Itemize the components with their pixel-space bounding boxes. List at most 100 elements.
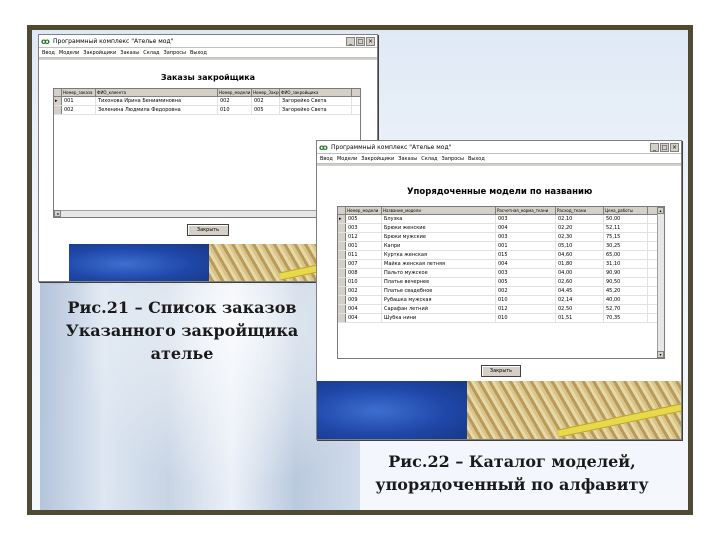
menu-item-exit[interactable]: Выход (190, 50, 207, 56)
horizontal-scrollbar[interactable]: ◂ (54, 210, 360, 217)
column-header[interactable]: ФИО_клиента (96, 89, 218, 96)
menu-item-input[interactable]: Ввод (42, 50, 55, 56)
table-row[interactable]: 004 Шубка нини 010 01,51 70,35 (338, 314, 664, 323)
work-price-cell[interactable]: 65,00 (604, 251, 648, 259)
fabric-norm-cell[interactable]: 010 (496, 296, 556, 304)
fabric-norm-cell[interactable]: 015 (496, 251, 556, 259)
table-row[interactable]: 004 Сарафан летний 012 02,50 52,70 (338, 305, 664, 314)
menu-item-cutters[interactable]: Закройщики (361, 156, 394, 162)
fabric-norm-cell[interactable]: 004 (496, 224, 556, 232)
models-grid[interactable]: Номер_модели Название_модели Расчетная_н… (337, 206, 665, 359)
fabric-norm-cell[interactable]: 001 (496, 242, 556, 250)
model-number-cell[interactable]: 007 (346, 260, 382, 268)
model-name-cell[interactable]: Сарафан летний (382, 305, 496, 313)
scroll-up-icon[interactable]: ▴ (657, 207, 664, 214)
scroll-down-icon[interactable]: ▾ (657, 351, 664, 358)
fabric-usage-cell[interactable]: 02,60 (556, 278, 604, 286)
model-number-cell[interactable]: 002 (346, 287, 382, 295)
model-name-cell[interactable]: Шубка нини (382, 314, 496, 322)
order-number-cell[interactable]: 002 (62, 106, 96, 114)
table-row[interactable]: ▸ 001 Тихонова Ирина Бениаминовна 002 00… (54, 97, 360, 106)
fabric-usage-cell[interactable]: 05,10 (556, 242, 604, 250)
work-price-cell[interactable]: 90,50 (604, 278, 648, 286)
column-header[interactable]: Расчетная_норма_ткани (496, 207, 556, 214)
model-number-cell[interactable]: 012 (346, 233, 382, 241)
fabric-usage-cell[interactable]: 04,00 (556, 269, 604, 277)
table-row[interactable]: 008 Пальто мужское 003 04,00 90,90 (338, 269, 664, 278)
cutter-name-cell[interactable]: Загорейко Света (280, 106, 352, 114)
work-price-cell[interactable]: 50,00 (604, 215, 648, 223)
model-name-cell[interactable]: Рубашка мужская (382, 296, 496, 304)
cutter-name-cell[interactable]: Загорейко Света (280, 97, 352, 105)
model-name-cell[interactable]: Платье вечернее (382, 278, 496, 286)
model-number-cell[interactable]: 010 (346, 278, 382, 286)
column-header[interactable]: Цена_работы (604, 207, 648, 214)
fabric-usage-cell[interactable]: 04,45 (556, 287, 604, 295)
model-number-cell[interactable]: 004 (346, 305, 382, 313)
model-name-cell[interactable]: Брюки мужские (382, 233, 496, 241)
work-price-cell[interactable]: 45,20 (604, 287, 648, 295)
model-number-cell[interactable]: 008 (346, 269, 382, 277)
model-name-cell[interactable]: Куртка женская (382, 251, 496, 259)
fabric-usage-cell[interactable]: 02,14 (556, 296, 604, 304)
menu-item-cutters[interactable]: Закройщики (83, 50, 116, 56)
table-row[interactable]: 003 Брюки женские 004 02,20 52,11 (338, 224, 664, 233)
work-price-cell[interactable]: 40,00 (604, 296, 648, 304)
model-name-cell[interactable]: Брюки женские (382, 224, 496, 232)
close-form-button[interactable]: Закрыть (187, 224, 229, 236)
client-name-cell[interactable]: Зеленина Людмила Федоровна (96, 106, 218, 114)
vertical-scrollbar[interactable]: ▴ ▾ (657, 207, 664, 358)
models-window-titlebar[interactable]: ꝏ Программный комплекс "Ателье мод" _ □ … (317, 141, 681, 154)
menu-item-queries[interactable]: Запросы (441, 156, 463, 162)
work-price-cell[interactable]: 31,10 (604, 260, 648, 268)
fabric-norm-cell[interactable]: 010 (496, 314, 556, 322)
fabric-norm-cell[interactable]: 005 (496, 278, 556, 286)
work-price-cell[interactable]: 70,35 (604, 314, 648, 322)
orders-grid[interactable]: Номер_заказа ФИО_клиента Номер_модели Но… (53, 88, 361, 218)
table-row[interactable]: 007 Майка женская летняя 004 01,80 31,10 (338, 260, 664, 269)
work-price-cell[interactable]: 90,90 (604, 269, 648, 277)
minimize-button[interactable]: _ (346, 36, 355, 46)
menu-item-warehouse[interactable]: Склад (421, 156, 437, 162)
column-header[interactable]: ФИО_закройщика (280, 89, 352, 96)
model-number-cell[interactable]: 009 (346, 296, 382, 304)
column-header[interactable]: Номер_Закройщика (252, 89, 280, 96)
fabric-usage-cell[interactable]: 04,60 (556, 251, 604, 259)
fabric-norm-cell[interactable]: 003 (496, 233, 556, 241)
table-row[interactable]: 002 Зеленина Людмила Федоровна 010 005 З… (54, 106, 360, 115)
table-row[interactable]: 009 Рубашка мужская 010 02,14 40,00 (338, 296, 664, 305)
table-row[interactable]: 011 Куртка женская 015 04,60 65,00 (338, 251, 664, 260)
model-number-cell[interactable]: 005 (346, 215, 382, 223)
column-header[interactable]: Номер_модели (218, 89, 252, 96)
menu-item-orders[interactable]: Заказы (120, 50, 139, 56)
table-row[interactable]: 010 Платье вечернее 005 02,60 90,50 (338, 278, 664, 287)
maximize-button[interactable]: □ (356, 36, 365, 46)
menu-item-input[interactable]: Ввод (320, 156, 333, 162)
orders-window-titlebar[interactable]: ꝏ Программный комплекс "Ателье мод" _ □ … (39, 35, 377, 48)
menu-item-orders[interactable]: Заказы (398, 156, 417, 162)
menu-item-models[interactable]: Модели (337, 156, 357, 162)
work-price-cell[interactable]: 52,70 (604, 305, 648, 313)
work-price-cell[interactable]: 75,15 (604, 233, 648, 241)
model-number-cell[interactable]: 001 (346, 242, 382, 250)
cutter-number-cell[interactable]: 005 (252, 106, 280, 114)
model-number-cell[interactable]: 003 (346, 224, 382, 232)
model-number-cell[interactable]: 011 (346, 251, 382, 259)
fabric-norm-cell[interactable]: 004 (496, 260, 556, 268)
fabric-norm-cell[interactable]: 002 (496, 287, 556, 295)
fabric-usage-cell[interactable]: 02,50 (556, 305, 604, 313)
menu-item-models[interactable]: Модели (59, 50, 79, 56)
column-header[interactable]: Номер_модели (346, 207, 382, 214)
fabric-usage-cell[interactable]: 01,80 (556, 260, 604, 268)
table-row[interactable]: ▸ 005 Блузка 003 02,10 50,00 (338, 215, 664, 224)
scroll-left-icon[interactable]: ◂ (54, 210, 61, 217)
client-name-cell[interactable]: Тихонова Ирина Бениаминовна (96, 97, 218, 105)
minimize-button[interactable]: _ (650, 142, 659, 152)
fabric-norm-cell[interactable]: 012 (496, 305, 556, 313)
fabric-norm-cell[interactable]: 003 (496, 269, 556, 277)
menu-item-exit[interactable]: Выход (468, 156, 485, 162)
fabric-usage-cell[interactable]: 02,20 (556, 224, 604, 232)
menu-item-queries[interactable]: Запросы (163, 50, 185, 56)
column-header[interactable]: Название_модели (382, 207, 496, 214)
work-price-cell[interactable]: 30,25 (604, 242, 648, 250)
